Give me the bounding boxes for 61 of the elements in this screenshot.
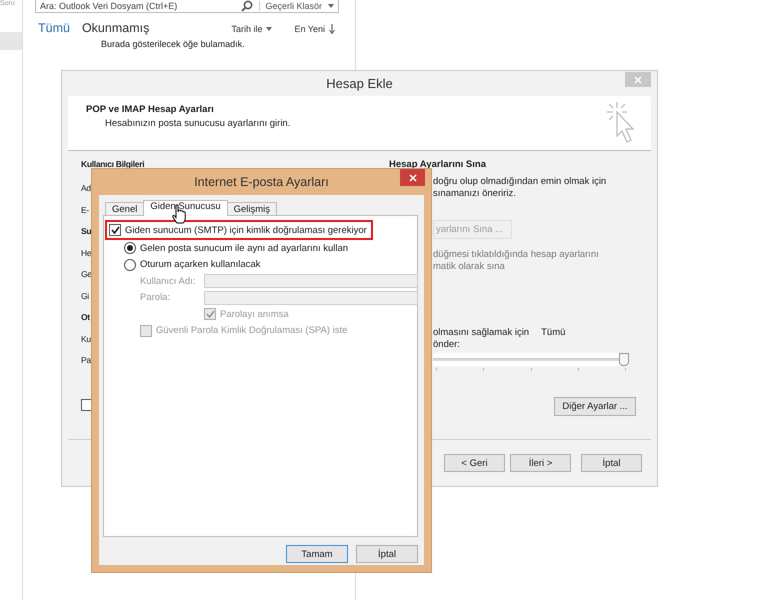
slider-thumb[interactable] [619,353,629,366]
checkmark-icon [206,310,214,318]
description-text: sınamanızı öneririz. [433,188,517,200]
window-title: Internet E-posta Ayarları [194,175,329,189]
search-field[interactable]: Ara: Outlook Veri Dosyam (Ctrl+E) Geçerli Klasör [35,0,339,13]
search-icon [241,0,254,12]
field-label: Ad [81,183,91,195]
field-label: He [81,248,92,260]
field-label: Kullanıcı Adı: [140,276,196,287]
field-label: Gi [81,290,89,302]
more-settings-button[interactable]: Diğer Ayarlar ... [554,397,636,416]
field-label: Ge [81,269,92,281]
filter-tab[interactable]: Tümü [38,21,70,35]
down-arrow-icon [329,24,335,34]
slider-value: Tümü [541,327,566,339]
empty-message: Burada gösterilecek öğe bulamadık. [100,38,246,49]
sort-label: Tarih ile [231,24,262,34]
radio-label: Oturum açarken kullanılacak [140,259,260,270]
description-text: olmasını sağlamak için [433,327,530,339]
tab[interactable]: Genel [105,202,144,216]
checkmark-icon [110,226,120,234]
checkbox[interactable] [109,224,121,236]
checkbox-label: Giden sunucum (SMTP) için kimlik doğrulaması gerekiyor [125,224,367,236]
dialog-button[interactable]: < Geri [444,454,505,472]
dialog-button[interactable]: Tamam [286,545,348,563]
order-label: En Yeni [294,24,325,34]
radio-label: Gelen posta sunucum ile aynı ad ayarlarını kullan [140,242,348,254]
window-title: Hesap Ekle [326,76,393,91]
close-icon [634,76,642,84]
caret-icon [266,27,272,31]
section-title: POP ve IMAP Hesap Ayarları [86,104,215,115]
section-label: Kullanıcı Bilgileri [81,159,144,171]
scope-label: Geçerli Klasör [265,1,322,11]
checkbox-label: Güvenli Parola Kimlik Doğrulaması (SPA) iste [156,325,348,336]
dialog-button[interactable]: İptal [356,545,418,563]
section-label: Hesap Ayarlarını Sına [389,159,488,170]
dialog-button[interactable]: İptal [581,454,642,472]
radio-button[interactable] [124,242,136,254]
close-button[interactable] [400,169,425,186]
section-label: Ot [81,312,90,324]
field-label: Pa [81,355,91,367]
sort-dropdown[interactable]: Tarih ile [231,24,272,34]
field-label: Ku [81,334,91,346]
field-label: Parola: [140,292,172,304]
checkbox-label: Parolayı anımsa [220,308,289,320]
description-text: önder: [433,339,461,351]
caret-icon [328,4,334,8]
radio-button[interactable] [124,258,136,271]
cursor-sparkle-icon [605,100,637,144]
description-text: matik olarak sına [433,261,506,273]
section-label: Su [81,226,92,238]
description-text: doğru olup olmadığından emin olmak için [433,176,608,188]
field-label: E- [81,204,89,216]
scope-dropdown[interactable]: Geçerli Klasör [259,1,334,11]
dialog-button[interactable]: İleri > [510,454,571,472]
close-icon [408,174,416,182]
description-text: düğmesi tıklatıldığında hesap ayarlarını [433,249,600,261]
section-subtitle: Hesabınızın posta sunucusu ayarlarını girin. [104,117,290,129]
filter-tab[interactable]: Okunmamış [82,21,150,35]
order-button[interactable]: En Yeni [294,24,335,34]
tab[interactable]: Giden Sunucusu [143,200,228,216]
